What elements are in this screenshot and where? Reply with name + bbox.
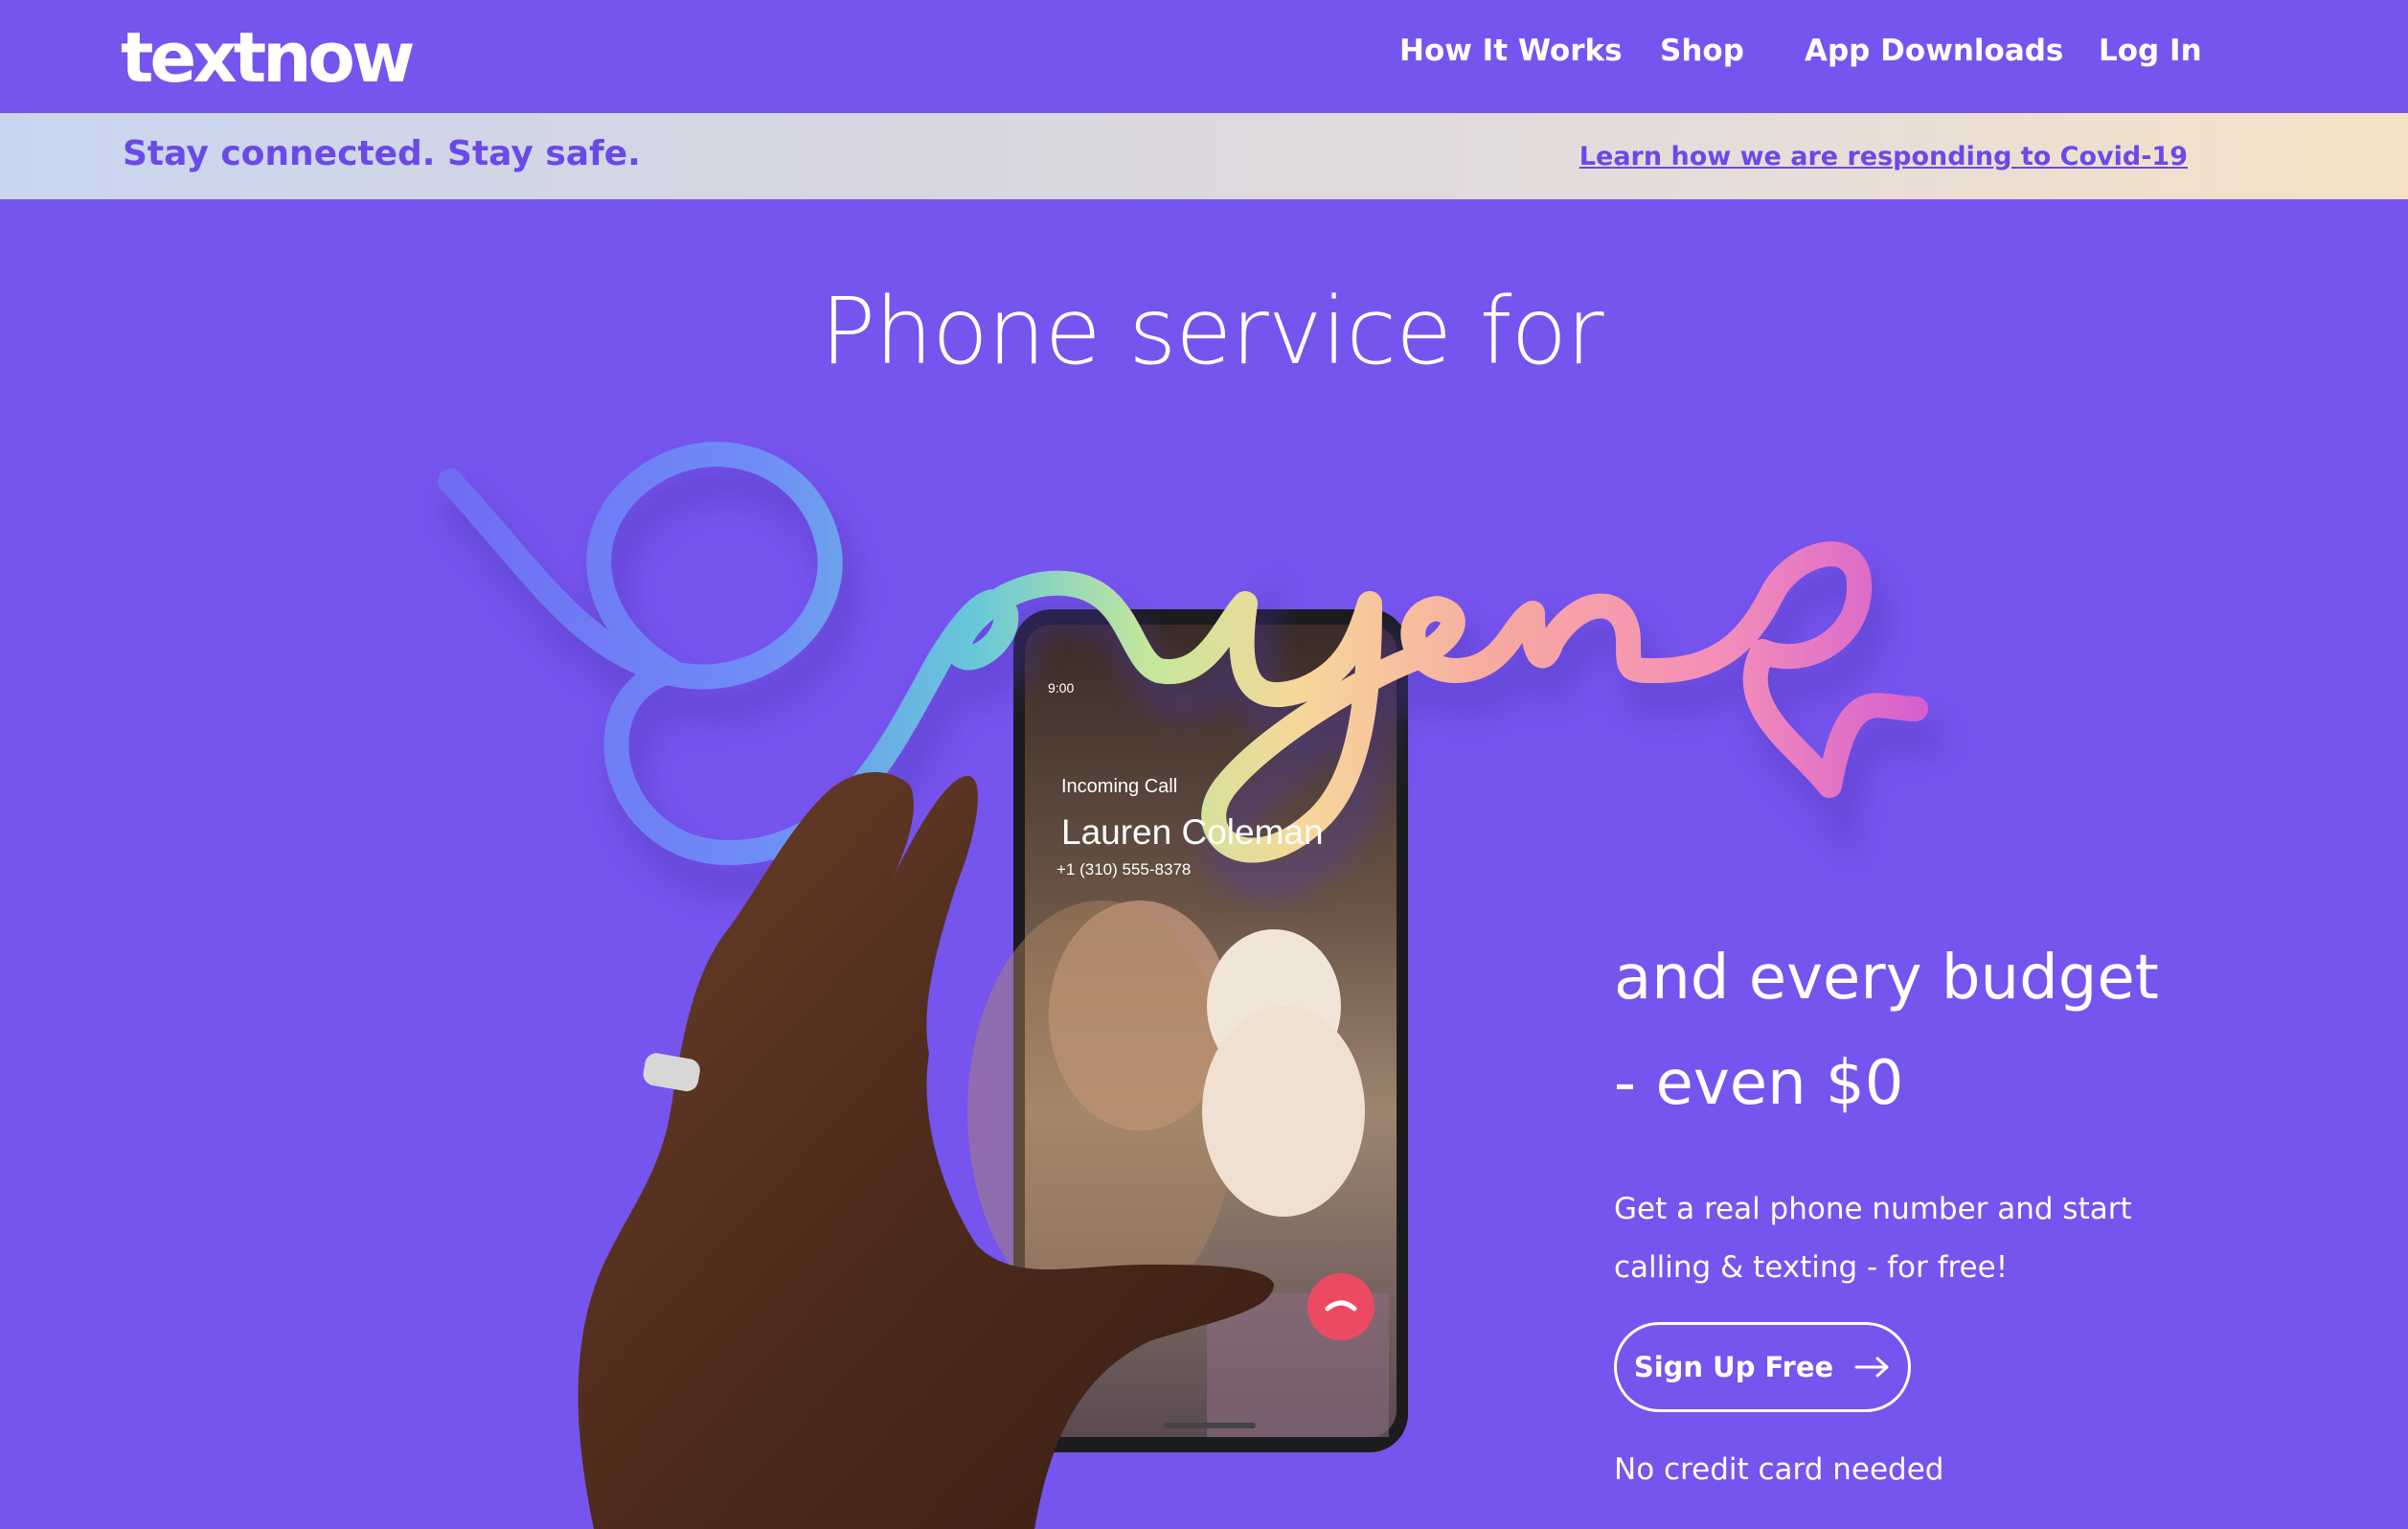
no-credit-card-note: No credit card needed: [1614, 1452, 1944, 1487]
hero-subheading: and every budget - even $0: [1614, 925, 2284, 1136]
covid-banner: Stay connected. Stay safe. Learn how we …: [0, 113, 2408, 199]
nav-shop[interactable]: Shop: [1660, 34, 1744, 68]
hero-headline: Phone service for: [820, 278, 1603, 385]
phone-time: 9:00: [1048, 680, 1075, 696]
phone-caller-number: +1 (310) 555-8378: [1056, 860, 1192, 879]
banner-message: Stay connected. Stay safe.: [123, 134, 641, 173]
sign-up-label: Sign Up Free: [1633, 1351, 1834, 1383]
sign-up-free-button[interactable]: Sign Up Free: [1614, 1322, 1911, 1412]
nav-how-it-works[interactable]: How It Works: [1399, 34, 1623, 68]
covid-response-link[interactable]: Learn how we are responding to Covid-19: [1579, 142, 2188, 171]
hero-description: Get a real phone number and start callin…: [1614, 1192, 2132, 1285]
phone-decline-icon: [1307, 1273, 1374, 1340]
textnow-logo[interactable]: textnow: [121, 10, 415, 105]
nav-app-downloads[interactable]: App Downloads: [1805, 34, 2063, 68]
subheading-line-1: and every budget: [1614, 943, 2159, 1014]
subheading-line-2: - even $0: [1614, 1048, 1904, 1119]
phone-caller-name: Lauren Coleman: [1061, 812, 1324, 852]
site-header: textnow How It Works Shop App Downloads …: [0, 0, 2408, 113]
arrow-right-icon: [1854, 1357, 1889, 1378]
nav-log-in[interactable]: Log In: [2099, 34, 2202, 68]
phone-call-status: Incoming Call: [1061, 776, 1178, 797]
